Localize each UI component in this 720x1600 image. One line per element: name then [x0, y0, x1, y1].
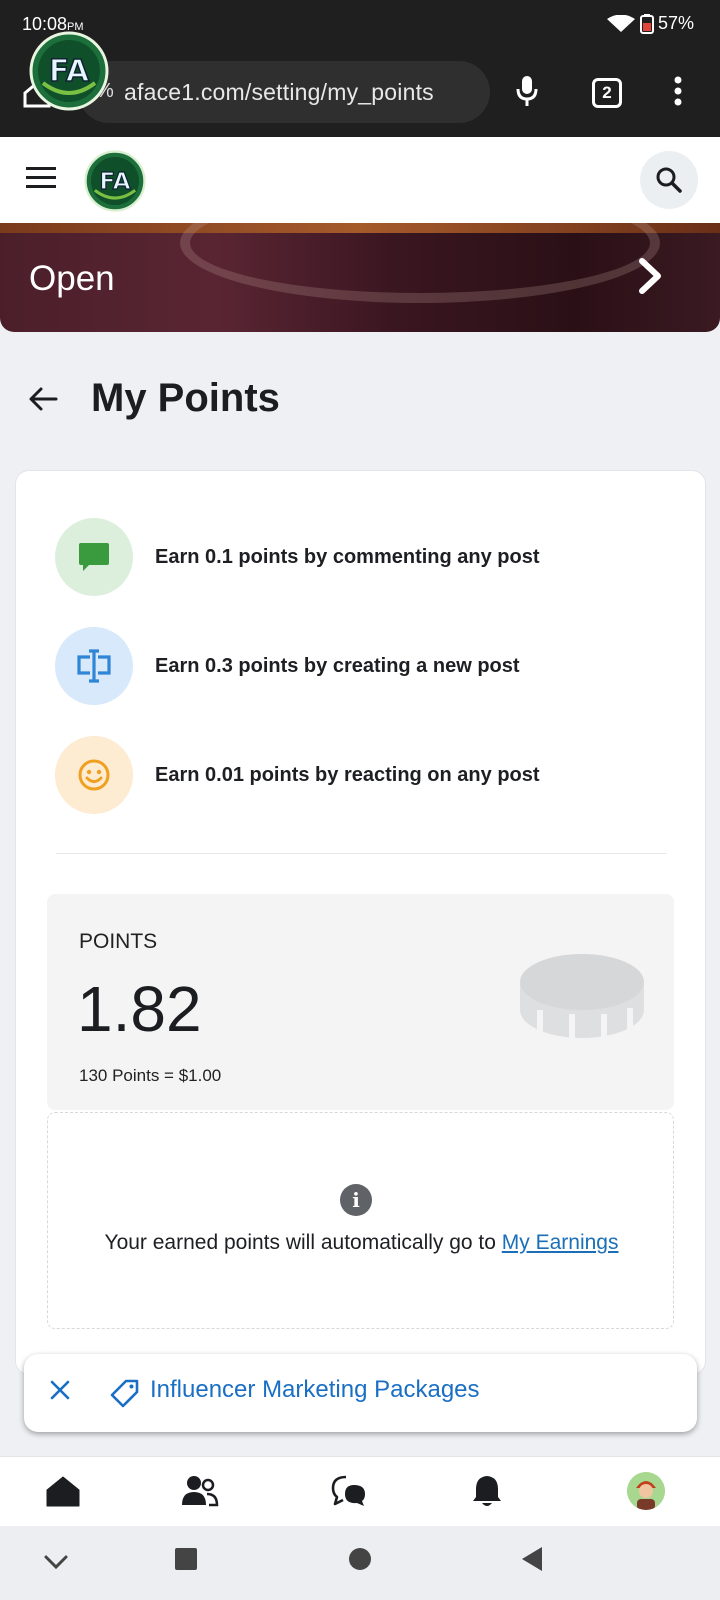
nav-home[interactable] — [41, 1471, 85, 1511]
coin-icon — [520, 954, 644, 1040]
svg-text:FA: FA — [49, 54, 90, 89]
divider — [56, 853, 667, 854]
more-vert-icon[interactable] — [674, 76, 682, 106]
avatar-image — [627, 1472, 665, 1510]
earn-icon-bg — [55, 518, 133, 596]
info-icon: i — [340, 1184, 372, 1216]
create-post-icon — [77, 649, 111, 683]
avatar[interactable] — [627, 1472, 665, 1510]
earn-icon-bg — [55, 627, 133, 705]
url-text[interactable]: aface1.com/setting/my_points — [124, 79, 434, 106]
chevron-right-icon[interactable] — [636, 257, 664, 295]
home-circle-icon[interactable] — [349, 1548, 371, 1570]
friends-icon — [182, 1476, 219, 1507]
points-value: 1.82 — [77, 973, 202, 1045]
comment-icon — [79, 543, 109, 571]
earnings-info-message: Your earned points will automatically go… — [104, 1231, 502, 1254]
site-logo[interactable]: FA — [84, 150, 146, 212]
search-button[interactable] — [640, 151, 698, 209]
banner-open-label[interactable]: Open — [29, 259, 115, 299]
nav-notifications[interactable] — [465, 1471, 509, 1511]
points-summary: POINTS 1.82 130 Points = $1.00 — [47, 894, 674, 1110]
chat-icon — [331, 1475, 365, 1506]
wifi-icon — [606, 14, 635, 32]
search-icon — [656, 167, 682, 193]
system-nav-bar — [0, 1526, 720, 1600]
site-header: FA — [0, 137, 720, 223]
earn-rule-text: Earn 0.01 points by reacting on any post — [155, 763, 540, 786]
recents-icon[interactable] — [175, 1548, 197, 1570]
earn-icon-bg — [55, 736, 133, 814]
svg-text:FA: FA — [99, 168, 130, 195]
menu-icon[interactable] — [26, 167, 56, 189]
tag-icon — [110, 1379, 139, 1408]
earnings-info-box: i Your earned points will automatically … — [47, 1112, 674, 1329]
banner-image-glow — [180, 223, 660, 303]
earn-rule-comment: Earn 0.1 points by commenting any post — [55, 518, 540, 596]
back-triangle-icon[interactable] — [520, 1546, 544, 1572]
my-earnings-link[interactable]: My Earnings — [502, 1231, 619, 1254]
tab-switcher-button[interactable]: 2 — [592, 78, 622, 108]
earn-rule-react: Earn 0.01 points by reacting on any post — [55, 736, 540, 814]
promo-banner[interactable]: Open — [0, 223, 720, 332]
earnings-info-text: Your earned points will automatically go… — [48, 1231, 675, 1255]
influencer-packages-toast[interactable]: Influencer Marketing Packages — [24, 1354, 697, 1432]
chevron-down-icon[interactable] — [44, 1554, 68, 1570]
page-title: My Points — [91, 376, 280, 420]
earn-rule-create-post: Earn 0.3 points by creating a new post — [55, 627, 520, 705]
fa-logo-overlay: FA — [29, 31, 109, 111]
earn-rule-text: Earn 0.3 points by creating a new post — [155, 654, 520, 677]
bottom-nav — [0, 1456, 720, 1526]
bell-icon — [473, 1476, 501, 1506]
points-rate: 130 Points = $1.00 — [79, 1066, 222, 1085]
smiley-icon — [78, 759, 110, 791]
nav-friends[interactable] — [178, 1471, 222, 1511]
mic-icon[interactable] — [516, 75, 538, 107]
earn-rule-text: Earn 0.1 points by commenting any post — [155, 545, 540, 568]
home-icon — [46, 1476, 80, 1507]
status-icons: 57% — [606, 13, 694, 34]
battery-level: 57% — [657, 13, 694, 33]
back-arrow-icon[interactable] — [28, 386, 58, 412]
points-card: Earn 0.1 points by commenting any post E… — [15, 470, 706, 1375]
nav-messages[interactable] — [327, 1471, 371, 1511]
browser-chrome: 10:08PM 57% % aface1.com/setting/my_poin… — [0, 0, 720, 137]
close-icon[interactable] — [50, 1380, 70, 1400]
points-label: POINTS — [79, 930, 158, 953]
battery-icon — [639, 13, 654, 34]
toast-label[interactable]: Influencer Marketing Packages — [150, 1376, 480, 1404]
